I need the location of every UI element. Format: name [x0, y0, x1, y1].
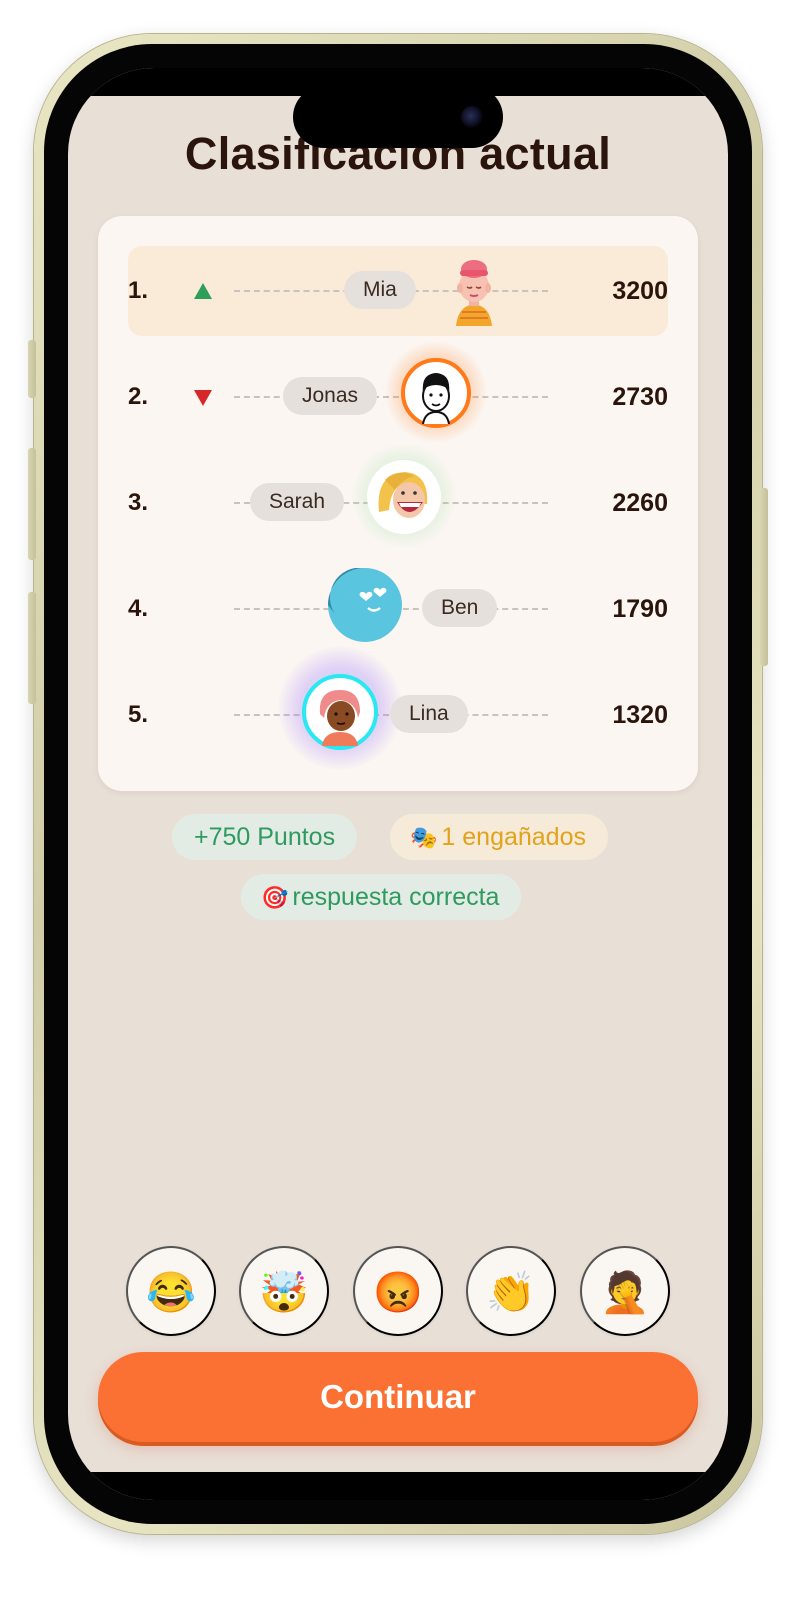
reaction-facepalm-button[interactable]: 🤦	[580, 1246, 670, 1336]
reaction-bar: 😂 🤯 😡 👏 🤦	[126, 1246, 671, 1336]
player-name: Ben	[422, 589, 498, 627]
reaction-clap-button[interactable]: 👏	[466, 1246, 556, 1336]
power-button	[760, 488, 768, 666]
mia-avatar-icon	[442, 252, 506, 326]
player-name: Sarah	[250, 483, 345, 521]
trend-up-icon	[194, 283, 212, 299]
target-icon: 🎯	[261, 885, 289, 910]
rank-number: 5.	[128, 701, 149, 728]
rank-number: 3.	[128, 489, 149, 516]
volume-down-button	[28, 592, 36, 704]
leaderboard-row: 5. Lina 1320	[128, 646, 668, 770]
player-name: Mia	[344, 271, 416, 309]
points-badge: +750 Puntos	[172, 814, 358, 860]
rank-number: 4.	[128, 595, 149, 622]
leaderboard-row: 1. Mia 3200	[128, 246, 668, 336]
player-score: 1320	[612, 701, 668, 729]
continue-button[interactable]: Continuar	[98, 1352, 698, 1442]
fooled-badge: 🎭 1 engañados	[390, 814, 608, 860]
camera-icon	[461, 106, 483, 128]
player-score: 3200	[612, 277, 668, 305]
leaderboard-row: 4. Ben 1790	[128, 564, 668, 654]
reaction-laughing-button[interactable]: 😂	[126, 1246, 216, 1336]
volume-up-button	[28, 448, 36, 560]
player-score: 2260	[612, 489, 668, 517]
rank-number: 1.	[128, 277, 149, 304]
theater-masks-icon: 🎭	[410, 825, 438, 850]
rank-number: 2.	[128, 383, 149, 410]
leaderboard-row: 3. Sarah 2260	[128, 442, 668, 550]
leaderboard-row: 2. Jonas 2730	[128, 340, 668, 444]
player-score: 1790	[612, 595, 668, 623]
player-score: 2730	[612, 383, 668, 411]
player-name: Lina	[390, 695, 468, 733]
lina-avatar-icon	[302, 674, 378, 750]
leaderboard-card: 1. Mia 3200 2. Jonas 2730 3. Sarah 2260 …	[98, 216, 698, 791]
reaction-mind-blown-button[interactable]: 🤯	[239, 1246, 329, 1336]
player-name: Jonas	[283, 377, 378, 415]
correct-answer-badge: 🎯 respuesta correcta	[241, 874, 522, 920]
dynamic-island	[293, 86, 503, 148]
jonas-avatar-icon	[401, 358, 471, 428]
trend-down-icon	[194, 390, 212, 406]
reaction-angry-button[interactable]: 😡	[353, 1246, 443, 1336]
ben-avatar-icon	[328, 567, 402, 642]
sarah-avatar-icon	[367, 460, 441, 534]
action-button	[28, 340, 36, 398]
